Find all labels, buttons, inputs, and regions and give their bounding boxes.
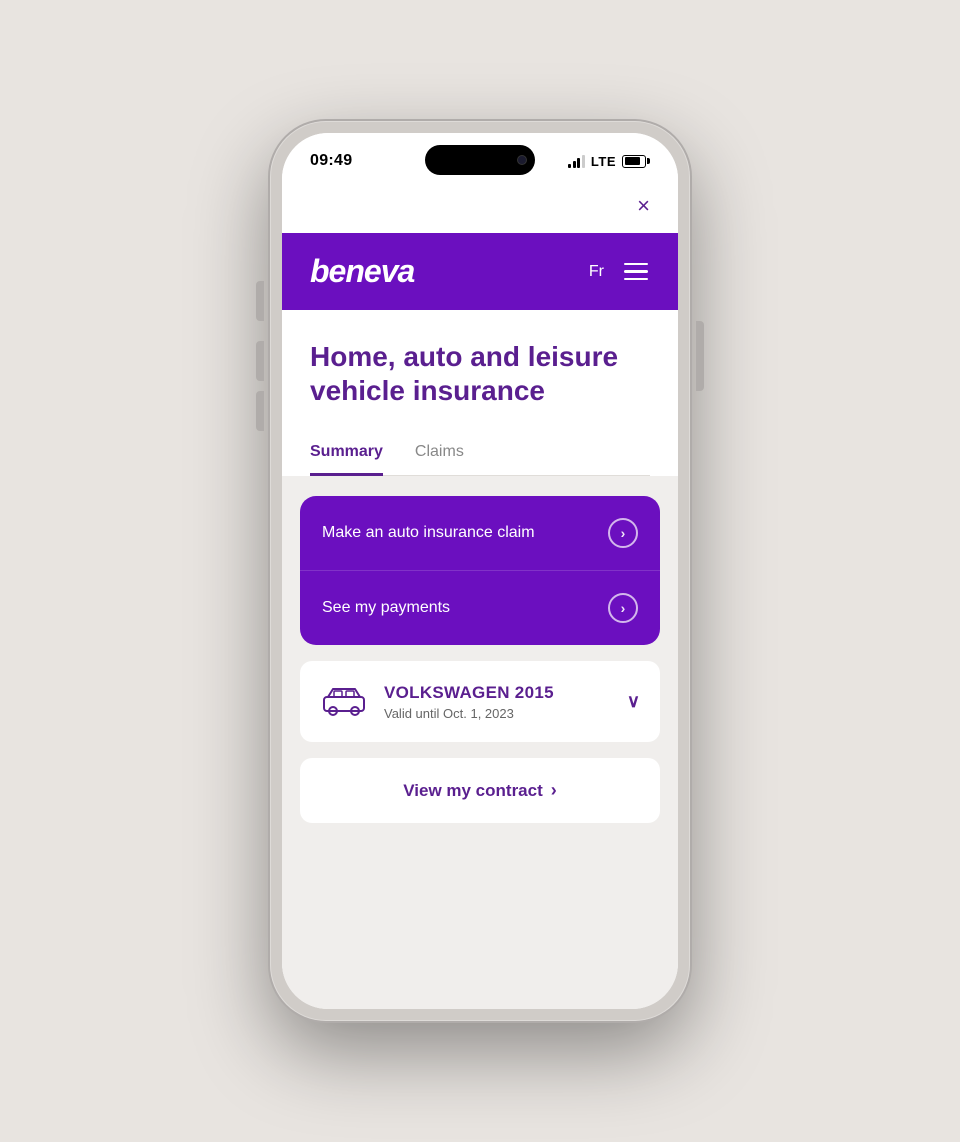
vehicle-valid-date: Valid until Oct. 1, 2023 xyxy=(384,706,611,721)
brand-logo: beneva xyxy=(310,253,414,290)
language-button[interactable]: Fr xyxy=(589,263,604,281)
hamburger-line-3 xyxy=(624,278,648,281)
payments-arrow-icon: › xyxy=(608,593,638,623)
lte-label: LTE xyxy=(591,154,616,169)
action-claim-label: Make an auto insurance claim xyxy=(322,524,535,542)
action-item-claim[interactable]: Make an auto insurance claim › xyxy=(300,496,660,571)
battery-body xyxy=(622,155,646,168)
claim-arrow-icon: › xyxy=(608,518,638,548)
signal-bar-4 xyxy=(582,155,585,168)
view-contract-label: View my contract xyxy=(403,781,543,801)
contract-chevron-icon: › xyxy=(551,780,557,801)
action-item-payments[interactable]: See my payments › xyxy=(300,571,660,645)
phone-frame: 09:49 LTE xyxy=(270,121,690,1021)
action-payments-label: See my payments xyxy=(322,599,450,617)
battery-fill xyxy=(625,157,640,165)
status-time: 09:49 xyxy=(310,152,352,170)
signal-bar-2 xyxy=(573,161,576,168)
main-content: Home, auto and leisure vehicle insurance… xyxy=(282,310,678,1009)
menu-icon[interactable] xyxy=(622,261,650,283)
view-contract-card[interactable]: View my contract › xyxy=(300,758,660,823)
camera-dot xyxy=(517,155,527,165)
battery-cap xyxy=(647,158,650,164)
hamburger-line-1 xyxy=(624,263,648,266)
payments-arrow-chevron: › xyxy=(621,600,626,616)
content-area: Make an auto insurance claim › See my pa… xyxy=(282,476,678,843)
vehicle-card[interactable]: VOLKSWAGEN 2015 Valid until Oct. 1, 2023… xyxy=(300,661,660,742)
action-card: Make an auto insurance claim › See my pa… xyxy=(300,496,660,645)
vehicle-name: VOLKSWAGEN 2015 xyxy=(384,683,611,703)
page-title-section: Home, auto and leisure vehicle insurance… xyxy=(282,310,678,476)
header-right: Fr xyxy=(589,261,650,283)
phone-screen: 09:49 LTE xyxy=(282,133,678,1009)
app-header: beneva Fr xyxy=(282,233,678,310)
car-icon xyxy=(320,681,368,722)
status-bar: 09:49 LTE xyxy=(282,133,678,183)
signal-bar-3 xyxy=(577,158,580,168)
vehicle-expand-icon: ∨ xyxy=(627,691,640,712)
battery-icon xyxy=(622,155,650,168)
view-contract-link[interactable]: View my contract › xyxy=(403,780,557,801)
tab-claims[interactable]: Claims xyxy=(415,431,464,476)
signal-bar-1 xyxy=(568,164,571,168)
close-area: × xyxy=(282,183,678,233)
phone-wrapper: 09:49 LTE xyxy=(240,91,720,1051)
claim-arrow-chevron: › xyxy=(621,525,626,541)
tab-summary[interactable]: Summary xyxy=(310,431,383,476)
close-button[interactable]: × xyxy=(633,191,654,221)
page-title: Home, auto and leisure vehicle insurance xyxy=(310,340,650,407)
signal-icon xyxy=(568,154,585,168)
dynamic-island xyxy=(425,145,535,175)
hamburger-line-2 xyxy=(624,270,648,273)
status-icons: LTE xyxy=(568,154,650,169)
tabs: Summary Claims xyxy=(310,431,650,476)
vehicle-info: VOLKSWAGEN 2015 Valid until Oct. 1, 2023 xyxy=(384,683,611,721)
